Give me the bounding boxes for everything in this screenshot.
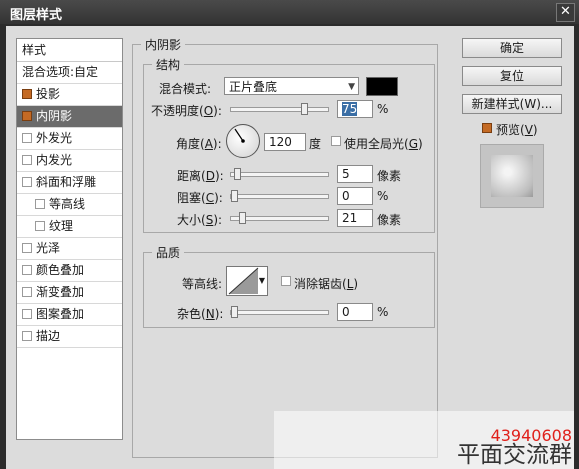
opacity-slider-thumb[interactable] xyxy=(301,103,308,115)
linear-contour-icon xyxy=(228,267,259,295)
watermark-overlay: 43940608 平面交流群 xyxy=(274,411,574,469)
style-list-item[interactable]: 投影 xyxy=(17,84,122,106)
blend-mode-label: 混合模式: xyxy=(159,82,212,96)
shadow-color-swatch[interactable] xyxy=(366,77,398,96)
preview-label[interactable]: 预览(V) xyxy=(496,121,538,138)
opacity-percent: % xyxy=(377,102,389,116)
size-label: 大小(S): xyxy=(177,213,223,227)
contour-picker[interactable]: ▼ xyxy=(226,266,268,296)
style-item-label: 纹理 xyxy=(49,219,74,233)
style-list-item[interactable]: 渐变叠加 xyxy=(17,282,122,304)
size-slider[interactable] xyxy=(230,212,329,224)
title-bar: 图层样式 ✕ xyxy=(0,0,579,24)
style-checkbox[interactable] xyxy=(22,155,32,165)
ok-button[interactable]: 确定 xyxy=(462,38,562,58)
size-slider-thumb[interactable] xyxy=(239,212,246,224)
choke-label: 阻塞(C): xyxy=(177,191,223,205)
choke-slider-thumb[interactable] xyxy=(231,190,238,202)
styles-list: 样式 混合选项:自定 投影内阴影外发光内发光斜面和浮雕等高线纹理光泽颜色叠加渐变… xyxy=(16,38,123,440)
style-item-label: 等高线 xyxy=(49,197,86,211)
distance-slider[interactable] xyxy=(230,168,329,180)
window-title: 图层样式 xyxy=(10,8,63,23)
global-light-checkbox[interactable] xyxy=(331,136,341,146)
opacity-slider[interactable] xyxy=(230,103,329,115)
style-list-item[interactable]: 纹理 xyxy=(17,216,122,238)
style-item-label: 投影 xyxy=(36,87,61,101)
distance-label: 距离(D): xyxy=(177,169,224,183)
structure-title: 结构 xyxy=(156,58,181,72)
style-checkbox[interactable] xyxy=(22,309,32,319)
chevron-down-icon: ▼ xyxy=(348,82,355,92)
style-item-label: 颜色叠加 xyxy=(36,263,85,277)
style-list-item[interactable]: 描边 xyxy=(17,326,122,348)
style-item-label: 内阴影 xyxy=(36,109,73,123)
style-list-item[interactable]: 内发光 xyxy=(17,150,122,172)
style-list-item[interactable]: 光泽 xyxy=(17,238,122,260)
choke-slider[interactable] xyxy=(230,190,329,202)
style-checkbox[interactable] xyxy=(22,243,32,253)
preview-checkbox[interactable] xyxy=(482,123,492,133)
angle-input[interactable]: 120 xyxy=(264,133,306,151)
distance-input[interactable]: 5 xyxy=(337,165,373,183)
blending-options-item[interactable]: 混合选项:自定 xyxy=(17,62,122,84)
style-checkbox[interactable] xyxy=(22,111,32,121)
style-list-item[interactable]: 内阴影 xyxy=(17,106,122,128)
style-item-label: 内发光 xyxy=(36,153,73,167)
style-checkbox[interactable] xyxy=(22,177,32,187)
style-checkbox[interactable] xyxy=(35,199,45,209)
blend-mode-value: 正片叠底 xyxy=(229,80,278,94)
quality-title: 品质 xyxy=(156,246,181,260)
blend-mode-select[interactable]: 正片叠底 ▼ xyxy=(224,77,359,95)
style-preview-thumbnail xyxy=(480,144,544,208)
angle-dial-needle xyxy=(234,128,245,143)
contour-label: 等高线: xyxy=(182,277,223,291)
styles-header[interactable]: 样式 xyxy=(17,39,122,62)
angle-label: 角度(A): xyxy=(176,137,222,151)
style-list-item[interactable]: 斜面和浮雕 xyxy=(17,172,122,194)
watermark-text: 平面交流群 xyxy=(457,442,572,468)
style-item-label: 外发光 xyxy=(36,131,73,145)
angle-dial[interactable] xyxy=(226,124,260,158)
opacity-label: 不透明度(O): xyxy=(151,104,222,118)
style-checkbox[interactable] xyxy=(22,265,32,275)
preview-swatch xyxy=(491,155,533,197)
choke-input[interactable]: 0 xyxy=(337,187,373,205)
new-style-button[interactable]: 新建样式(W)... xyxy=(462,94,562,114)
style-checkbox[interactable] xyxy=(35,221,45,231)
distance-unit: 像素 xyxy=(377,169,402,183)
close-icon[interactable]: ✕ xyxy=(556,3,575,22)
style-item-label: 图案叠加 xyxy=(36,307,85,321)
reset-button[interactable]: 复位 xyxy=(462,66,562,86)
noise-input[interactable]: 0 xyxy=(337,303,373,321)
global-light-label[interactable]: 使用全局光(G) xyxy=(344,135,423,152)
opacity-input[interactable]: 75 xyxy=(337,100,373,118)
anti-alias-checkbox[interactable] xyxy=(281,276,291,286)
contour-dropdown-icon[interactable]: ▼ xyxy=(259,276,265,285)
size-unit: 像素 xyxy=(377,213,402,227)
noise-slider-thumb[interactable] xyxy=(231,306,238,318)
style-item-label: 描边 xyxy=(36,329,61,343)
style-list-item[interactable]: 颜色叠加 xyxy=(17,260,122,282)
style-item-label: 光泽 xyxy=(36,241,61,255)
style-list-item[interactable]: 图案叠加 xyxy=(17,304,122,326)
style-list-item[interactable]: 外发光 xyxy=(17,128,122,150)
angle-degree-unit: 度 xyxy=(309,137,322,151)
noise-percent: % xyxy=(377,305,389,319)
style-checkbox[interactable] xyxy=(22,287,32,297)
style-checkbox[interactable] xyxy=(22,331,32,341)
style-item-label: 斜面和浮雕 xyxy=(36,175,97,189)
style-checkbox[interactable] xyxy=(22,133,32,143)
distance-slider-thumb[interactable] xyxy=(234,168,241,180)
noise-slider[interactable] xyxy=(230,306,329,318)
style-checkbox[interactable] xyxy=(22,89,32,99)
style-item-label: 渐变叠加 xyxy=(36,285,85,299)
style-list-item[interactable]: 等高线 xyxy=(17,194,122,216)
size-input[interactable]: 21 xyxy=(337,209,373,227)
inner-shadow-title: 内阴影 xyxy=(145,38,182,52)
noise-label: 杂色(N): xyxy=(177,307,224,321)
anti-alias-label[interactable]: 消除锯齿(L) xyxy=(294,275,358,292)
layer-style-dialog: 样式 混合选项:自定 投影 内阴影 外发光 内发光 斜面和浮雕 等高线 纹理 光泽 颜色叠加 渐变… xyxy=(6,26,574,469)
choke-percent: % xyxy=(377,189,389,203)
